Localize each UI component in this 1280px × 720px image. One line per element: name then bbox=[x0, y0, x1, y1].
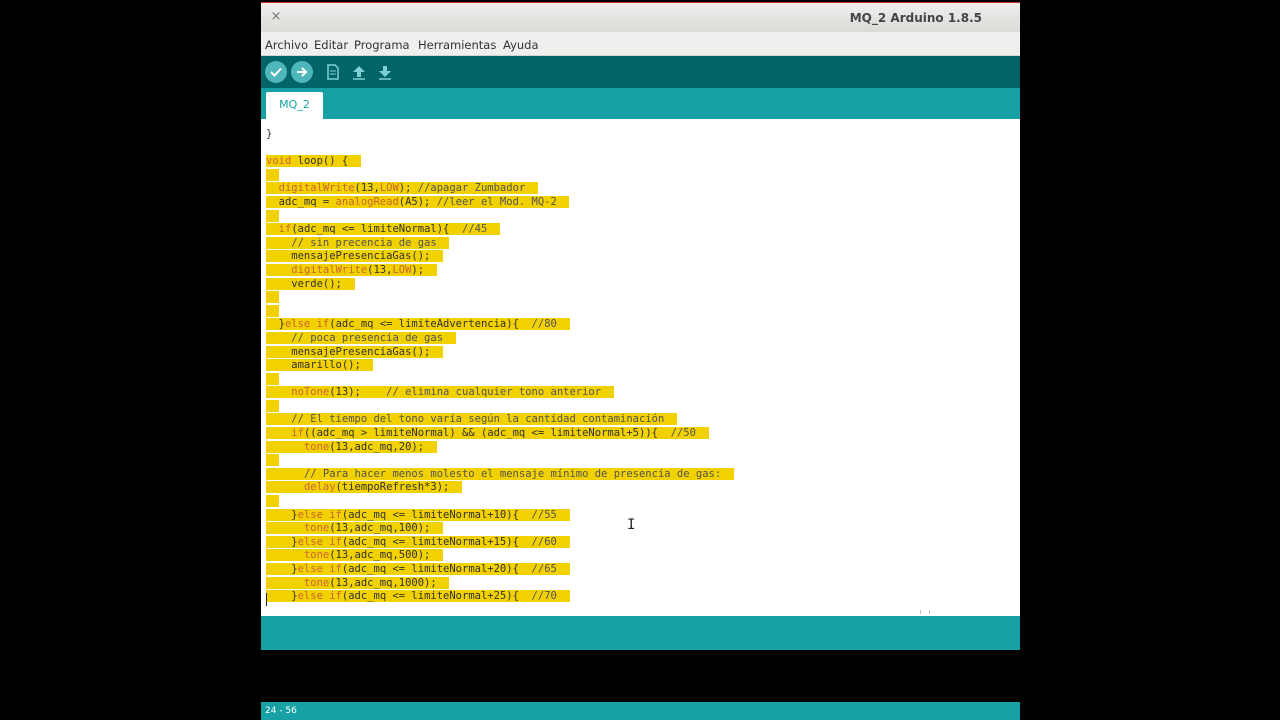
code-line: // Para hacer menos molesto el mensaje m… bbox=[266, 467, 734, 482]
code-line: adc_mq = analogRead(A5); //leer el Mod. … bbox=[266, 195, 734, 210]
arduino-ide-window: × MQ_2 Arduino 1.8.5 Archivo Editar Prog… bbox=[261, 2, 1020, 720]
code-line: digitalWrite(13,LOW); //apagar Zumbador bbox=[266, 182, 734, 196]
menu-programa[interactable]: Programa bbox=[354, 38, 410, 52]
code-line: tone(13,adc_mq,1000); bbox=[266, 576, 734, 591]
new-button[interactable] bbox=[322, 61, 344, 83]
upload-button[interactable] bbox=[291, 61, 313, 83]
code-line: }else if(adc_mq <= limiteNormal+15){ //6… bbox=[266, 535, 734, 550]
tab-bar: MQ_2 bbox=[261, 88, 1020, 119]
code-line bbox=[266, 304, 734, 319]
console-header bbox=[261, 616, 1020, 650]
check-icon bbox=[270, 67, 282, 77]
code-line bbox=[266, 495, 734, 509]
code-line bbox=[266, 454, 734, 468]
code-line: } bbox=[266, 128, 273, 140]
code-line: delay(tiempoRefresh*3); bbox=[266, 481, 734, 495]
line-number-status: 24 - 56 bbox=[265, 706, 297, 716]
scroll-grip-icon[interactable] bbox=[920, 610, 930, 614]
code-text[interactable]: } void loop() { digitalWrite(13,LOW); //a… bbox=[266, 128, 734, 604]
menu-herramientas[interactable]: Herramientas bbox=[418, 38, 496, 52]
code-line bbox=[266, 399, 734, 414]
code-line bbox=[266, 209, 734, 224]
code-line: mensajePresenciaGas(); bbox=[266, 345, 444, 358]
code-line: void loop() { bbox=[266, 155, 361, 168]
horizontal-scrollbar[interactable] bbox=[261, 608, 1020, 616]
verify-button[interactable] bbox=[265, 61, 287, 83]
arrow-right-icon bbox=[297, 67, 308, 77]
code-line: tone(13,adc_mq,100); bbox=[266, 522, 734, 536]
save-arrow-down-icon bbox=[379, 66, 391, 80]
code-line: }else if(adc_mq <= limiteNormal+10){ //5… bbox=[266, 508, 734, 523]
code-line: amarillo(); bbox=[266, 359, 374, 372]
open-button[interactable] bbox=[348, 61, 370, 83]
code-line: }else if(adc_mq <= limiteNormal+20){ //6… bbox=[266, 563, 734, 577]
mouse-ibeam-cursor-icon: I bbox=[627, 517, 636, 533]
code-line: if((adc_mq > limiteNormal) && (adc_mq <=… bbox=[266, 427, 734, 441]
code-line: }else if(adc_mq <= limiteAdvertencia){ /… bbox=[266, 318, 734, 332]
text-caret bbox=[266, 593, 267, 606]
code-line bbox=[266, 168, 734, 183]
status-bar: 24 - 56 bbox=[261, 702, 1020, 720]
close-icon[interactable]: × bbox=[270, 9, 282, 24]
new-file-icon bbox=[327, 64, 339, 80]
code-line: // poca presencia de gas bbox=[266, 331, 734, 346]
code-line bbox=[266, 291, 734, 305]
code-line bbox=[266, 372, 734, 387]
console-output bbox=[261, 650, 1020, 702]
code-line: verde(); bbox=[266, 277, 355, 290]
code-line: digitalWrite(13,LOW); bbox=[266, 263, 734, 278]
code-line: mensajePresenciaGas(); bbox=[266, 250, 444, 263]
tab-mq-2[interactable]: MQ_2 bbox=[266, 92, 323, 119]
open-arrow-up-icon bbox=[353, 66, 365, 80]
code-line: if(adc_mq <= limiteNormal){ //45 bbox=[266, 223, 734, 237]
menu-archivo[interactable]: Archivo bbox=[265, 38, 308, 52]
code-line: // El tiempo del tono varía según la can… bbox=[266, 413, 734, 427]
menu-bar: Archivo Editar Programa Herramientas Ayu… bbox=[261, 32, 1020, 56]
menu-editar[interactable]: Editar bbox=[314, 38, 348, 52]
save-button[interactable] bbox=[374, 61, 396, 83]
code-line: }else if(adc_mq <= limiteNormal+25){ //7… bbox=[266, 590, 734, 604]
toolbar bbox=[261, 56, 1020, 88]
code-line: // sin precencia de gas bbox=[266, 236, 734, 251]
window-title: MQ_2 Arduino 1.8.5 bbox=[849, 11, 982, 25]
code-editor[interactable]: } void loop() { digitalWrite(13,LOW); //a… bbox=[261, 119, 1020, 608]
title-bar: × MQ_2 Arduino 1.8.5 bbox=[261, 2, 1020, 32]
code-line: tone(13,adc_mq,20); bbox=[266, 440, 734, 455]
menu-ayuda[interactable]: Ayuda bbox=[503, 38, 539, 52]
code-line: noTone(13); // elimina cualquier tono an… bbox=[266, 386, 734, 400]
code-line: tone(13,adc_mq,500); bbox=[266, 549, 734, 563]
